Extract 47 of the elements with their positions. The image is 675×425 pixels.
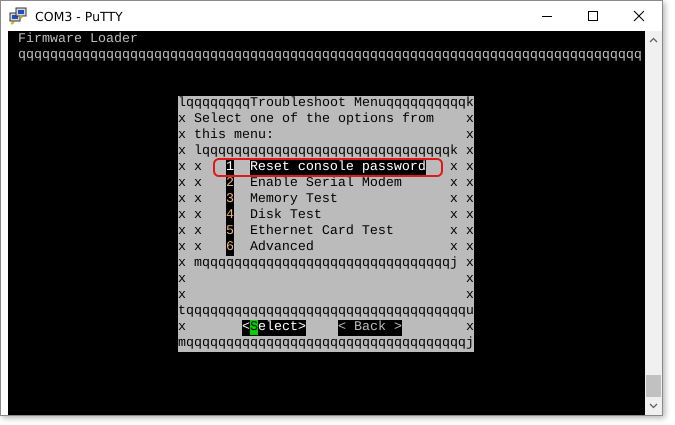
border-chars: x x <box>178 224 202 240</box>
option-number: 2 <box>226 176 234 192</box>
window-title: COM3 - PuTTY <box>35 8 123 24</box>
scroll-down-icon[interactable] <box>649 403 658 409</box>
scroll-up-icon[interactable] <box>649 37 658 43</box>
option-number: 3 <box>226 192 234 208</box>
menu-option[interactable]: Reset console password <box>250 160 426 175</box>
border-line: tqqqqqqqqqqqqqqqqqqqqqqqqqqqqqqqqqqqu <box>178 304 474 320</box>
dialog-button[interactable]: < Back > <box>338 320 402 336</box>
border-line: x x <box>178 288 474 304</box>
menu-option[interactable]: Ethernet Card Test <box>250 224 394 239</box>
border-chars: x x <box>178 160 202 176</box>
border-chars: x x <box>450 208 474 224</box>
prompt-line: x Select one of the options from x <box>178 112 474 128</box>
dialog-title-line: lqqqqqqqqTroubleshoot Menuqqqqqqqqqqk <box>178 96 474 112</box>
border-chars: x x <box>178 176 202 192</box>
scrollbar[interactable] <box>645 31 662 415</box>
maximize-icon <box>587 10 599 22</box>
scroll-thumb[interactable] <box>646 375 661 397</box>
menu-option[interactable]: Disk Test <box>250 208 322 223</box>
prompt-line: x this menu: x <box>178 128 474 144</box>
border-char: x <box>466 320 474 336</box>
border-chars: x x <box>450 224 474 240</box>
option-number: 4 <box>226 208 234 224</box>
option-number: 6 <box>226 240 234 256</box>
border-chars: x x <box>178 192 202 208</box>
border-chars: x x <box>178 208 202 224</box>
border-line: mqqqqqqqqqqqqqqqqqqqqqqqqqqqqqqqqqqqj <box>178 336 474 352</box>
menu-option[interactable]: Enable Serial Modem <box>250 176 402 191</box>
border-chars: x x <box>450 176 474 192</box>
border-char: x <box>178 320 186 336</box>
border-line: x mqqqqqqqqqqqqqqqqqqqqqqqqqqqqqqqj x <box>178 256 474 272</box>
line-drawing-rule: qqqqqqqqqqqqqqqqqqqqqqqqqqqqqqqqqqqqqqqqqqqqqqqqqqqqqqqqqqqqqqqqqqqqqqqqqqqqqq <box>18 48 643 64</box>
menu-option[interactable]: Advanced <box>250 240 314 255</box>
menu-option[interactable]: Memory Test <box>250 192 338 207</box>
terminal-header: Firmware Loader <box>18 32 139 48</box>
option-number: 1 <box>226 160 234 176</box>
close-icon <box>633 10 645 22</box>
dialog-button[interactable]: <Select> <box>242 320 306 336</box>
computer-icon <box>9 7 27 25</box>
border-chars: x x <box>450 160 474 176</box>
border-line: x lqqqqqqqqqqqqqqqqqqqqqqqqqqqqqqqk x <box>178 144 474 160</box>
option-number: 5 <box>226 224 234 240</box>
border-chars: x x <box>450 240 474 256</box>
border-line: x x <box>178 272 474 288</box>
border-chars: x x <box>450 192 474 208</box>
border-chars: x x <box>178 240 202 256</box>
